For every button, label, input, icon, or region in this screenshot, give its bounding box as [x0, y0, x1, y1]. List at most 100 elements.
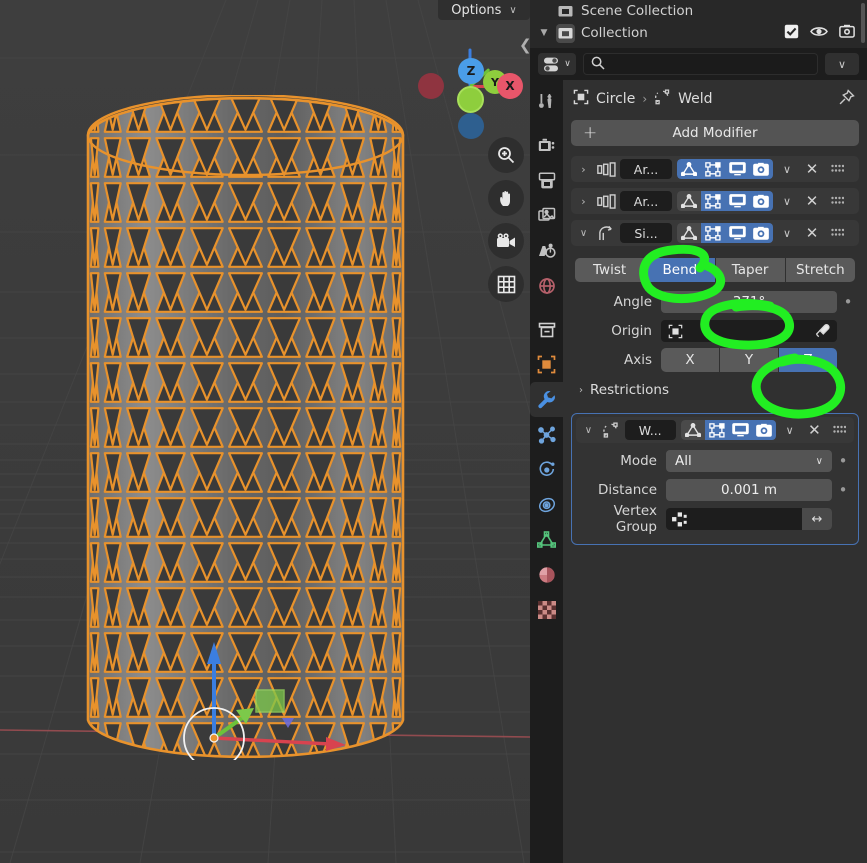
- invert-vertex-group-button[interactable]: ↔: [802, 508, 832, 530]
- deform-mode-selector[interactable]: Twist Bend Taper Stretch: [575, 258, 855, 282]
- disclosure-triangle-icon[interactable]: ›: [579, 385, 583, 396]
- filter-toggle-button[interactable]: ∨: [538, 53, 576, 75]
- breadcrumb-modifier-name[interactable]: Weld: [678, 91, 712, 107]
- modifier-header-weld[interactable]: ∨ W... ∨ ✕: [576, 417, 854, 443]
- modifier-header-array-2[interactable]: › Ar... ∨ ✕: [571, 188, 859, 214]
- origin-object-field[interactable]: [661, 320, 837, 342]
- toggle-grid-icon[interactable]: [488, 266, 524, 302]
- navigation-gizmo[interactable]: Z Y X: [413, 28, 528, 143]
- tab-scene[interactable]: [530, 233, 563, 268]
- pin-icon[interactable]: [838, 88, 859, 110]
- properties-options-button[interactable]: ∨: [825, 53, 859, 75]
- show-in-edit-mode-toggle[interactable]: [677, 191, 701, 211]
- delete-modifier-button[interactable]: ✕: [801, 224, 823, 242]
- realtime-display-toggle[interactable]: [728, 420, 753, 440]
- drag-handle-icon[interactable]: [826, 196, 848, 206]
- search-input[interactable]: [583, 53, 818, 75]
- delete-modifier-button[interactable]: ✕: [804, 421, 826, 439]
- move-gizmo[interactable]: [150, 620, 380, 760]
- modifier-extras-dropdown[interactable]: ∨: [776, 163, 798, 176]
- pan-view-icon[interactable]: [488, 180, 524, 216]
- axis-y-button[interactable]: Y: [720, 348, 779, 372]
- modifier-name-field[interactable]: W...: [624, 420, 676, 440]
- tab-collection[interactable]: [530, 312, 563, 347]
- breadcrumb-object-name[interactable]: Circle: [596, 91, 635, 107]
- deform-mode-bend[interactable]: Bend: [645, 258, 716, 282]
- drag-handle-icon[interactable]: [828, 425, 850, 435]
- gizmo-z-negative[interactable]: [458, 113, 484, 139]
- modifier-extras-dropdown[interactable]: ∨: [779, 424, 801, 437]
- delete-modifier-button[interactable]: ✕: [801, 160, 823, 178]
- tab-particles[interactable]: [530, 417, 563, 452]
- realtime-display-toggle[interactable]: [725, 191, 749, 211]
- axis-x-button[interactable]: X: [661, 348, 720, 372]
- outliner-editor[interactable]: Scene Collection ▼ Collection: [530, 0, 867, 48]
- expand-toggle-icon[interactable]: ∨: [575, 228, 592, 239]
- 3d-viewport[interactable]: Options ∨ ❮ Z Y X: [0, 0, 530, 863]
- zoom-view-icon[interactable]: [488, 137, 524, 173]
- vertex-group-field[interactable]: ↔: [666, 508, 832, 530]
- edit-mode-display-toggle[interactable]: [701, 223, 725, 243]
- edit-mode-display-toggle[interactable]: [704, 420, 729, 440]
- gizmo-x-negative[interactable]: [418, 73, 444, 99]
- tab-texture[interactable]: [530, 592, 563, 627]
- edit-mode-display-toggle[interactable]: [701, 191, 725, 211]
- camera-icon[interactable]: [839, 24, 855, 42]
- render-display-toggle[interactable]: [752, 420, 776, 440]
- axis-selector[interactable]: X Y Z: [661, 348, 837, 372]
- gizmo-x-positive[interactable]: X: [497, 73, 523, 99]
- add-modifier-button[interactable]: + Add Modifier: [571, 120, 859, 146]
- distance-input[interactable]: 0.001 m: [666, 479, 832, 501]
- eye-icon[interactable]: [810, 25, 828, 42]
- outliner-scrollbar[interactable]: [861, 3, 865, 43]
- show-in-edit-mode-toggle[interactable]: [677, 223, 701, 243]
- tab-output[interactable]: [530, 163, 563, 198]
- tab-physics[interactable]: [530, 452, 563, 487]
- tab-view-layer[interactable]: [530, 198, 563, 233]
- tab-render[interactable]: [530, 128, 563, 163]
- camera-view-icon[interactable]: [488, 223, 524, 259]
- weld-mode-dropdown[interactable]: All ∨: [666, 450, 832, 472]
- delete-modifier-button[interactable]: ✕: [801, 192, 823, 210]
- render-display-toggle[interactable]: [749, 191, 773, 211]
- angle-input[interactable]: 371°: [661, 291, 837, 313]
- tab-tool[interactable]: [530, 84, 563, 119]
- modifier-header-simple-deform[interactable]: ∨ Si... ∨ ✕: [571, 220, 859, 246]
- modifier-extras-dropdown[interactable]: ∨: [776, 195, 798, 208]
- modifier-name-field[interactable]: Si...: [620, 223, 672, 243]
- drag-handle-icon[interactable]: [826, 164, 848, 174]
- drag-handle-icon[interactable]: [826, 228, 848, 238]
- checkbox-icon[interactable]: [784, 24, 799, 43]
- animate-property-dot[interactable]: •: [832, 452, 854, 470]
- realtime-display-toggle[interactable]: [725, 223, 749, 243]
- tab-world[interactable]: [530, 268, 563, 303]
- expand-toggle-icon[interactable]: ∨: [580, 425, 597, 436]
- modifier-header-array-1[interactable]: › Ar... ∨ ✕: [571, 156, 859, 182]
- axis-z-button[interactable]: Z: [779, 348, 837, 372]
- tab-object[interactable]: [530, 347, 563, 382]
- deform-mode-taper[interactable]: Taper: [715, 258, 786, 282]
- outliner-row-collection[interactable]: ▼ Collection: [530, 22, 867, 44]
- disclosure-triangle-icon[interactable]: ▼: [538, 28, 550, 38]
- tab-object-data[interactable]: [530, 522, 563, 557]
- modifier-name-field[interactable]: Ar...: [620, 159, 672, 179]
- viewport-options-dropdown[interactable]: Options ∨: [438, 0, 530, 20]
- modifier-extras-dropdown[interactable]: ∨: [776, 227, 798, 240]
- animate-property-dot[interactable]: •: [832, 481, 854, 499]
- show-in-edit-mode-toggle[interactable]: [677, 159, 701, 179]
- gizmo-y-negative[interactable]: [457, 86, 484, 113]
- render-display-toggle[interactable]: [749, 223, 773, 243]
- modifier-name-field[interactable]: Ar...: [620, 191, 672, 211]
- render-display-toggle[interactable]: [749, 159, 773, 179]
- expand-toggle-icon[interactable]: ›: [575, 163, 592, 176]
- expand-toggle-icon[interactable]: ›: [575, 195, 592, 208]
- show-in-edit-mode-toggle[interactable]: [680, 420, 705, 440]
- outliner-row-scene-collection[interactable]: Scene Collection: [530, 0, 867, 22]
- tab-constraints[interactable]: [530, 487, 563, 522]
- deform-mode-stretch[interactable]: Stretch: [785, 258, 855, 282]
- tab-material[interactable]: [530, 557, 563, 592]
- tab-modifiers[interactable]: [530, 382, 563, 417]
- eyedropper-icon[interactable]: [815, 323, 830, 339]
- edit-mode-display-toggle[interactable]: [701, 159, 725, 179]
- animate-property-dot[interactable]: •: [837, 293, 859, 311]
